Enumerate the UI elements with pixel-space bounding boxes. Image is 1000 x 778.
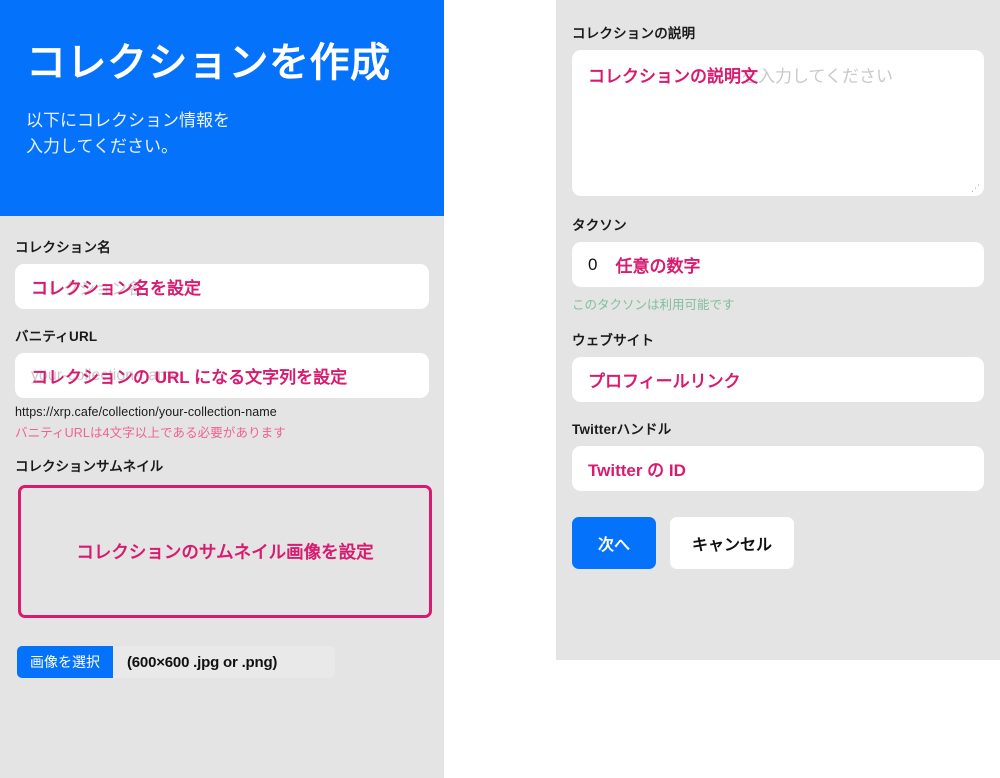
form-actions: 次へ キャンセル bbox=[572, 517, 984, 569]
next-button[interactable]: 次へ bbox=[572, 517, 657, 569]
thumbnail-label: コレクションサムネイル bbox=[15, 459, 164, 474]
website-overlay-label: プロフィールリンク bbox=[588, 372, 741, 391]
vanity-url-error: バニティURLは4文字以上である必要があります bbox=[15, 426, 286, 440]
select-image-button[interactable]: 画像を選択 bbox=[17, 646, 113, 678]
website-label: ウェブサイト bbox=[572, 333, 655, 348]
description-label: コレクションの説明 bbox=[572, 26, 696, 41]
thumbnail-dropzone[interactable]: コレクションのサムネイル画像を設定 bbox=[18, 485, 432, 618]
thumbnail-dropzone-text: コレクションのサムネイル画像を設定 bbox=[76, 542, 374, 562]
image-size-hint: (600×600 .jpg or .png) bbox=[127, 653, 278, 671]
vanity-url-field-group: バニティURL your-collection-name コレクションの URL… bbox=[15, 325, 429, 441]
right-panel: コレクションの説明 コレクションの説明を入力してください コレクションの説明文 … bbox=[556, 0, 1000, 660]
collection-name-field-group: コレクション名 コレクション名 コレクション名を設定 bbox=[15, 236, 429, 309]
description-overlay-label: コレクションの説明文 bbox=[588, 67, 758, 86]
collection-name-overlay-label: コレクション名を設定 bbox=[31, 279, 201, 298]
thumbnail-field-group: コレクションサムネイル コレクションのサムネイル画像を設定 画像を選択 (600… bbox=[15, 455, 432, 678]
taxon-availability-status: このタクソンは利用可能です bbox=[572, 298, 735, 312]
cancel-button[interactable]: キャンセル bbox=[670, 517, 795, 569]
create-collection-screen: コレクションを作成 以下にコレクション情報を入力してください。 コレクション名 … bbox=[0, 0, 1000, 778]
taxon-label: タクソン bbox=[572, 218, 627, 233]
collection-name-label: コレクション名 bbox=[15, 240, 111, 255]
twitter-overlay-label: Twitter の ID bbox=[588, 461, 686, 480]
file-input-row[interactable]: 画像を選択 (600×600 .jpg or .png) bbox=[17, 646, 335, 678]
vanity-url-preview: https://xrp.cafe/collection/your-collect… bbox=[15, 405, 277, 419]
page-title: コレクションを作成 bbox=[26, 41, 391, 85]
collection-name-input[interactable]: コレクション名 コレクション名を設定 bbox=[15, 264, 429, 309]
taxon-field-group: タクソン 0 任意の数字 このタクソンは利用可能です bbox=[572, 214, 984, 313]
taxon-value: 0 bbox=[588, 254, 598, 274]
page-subtitle: 以下にコレクション情報を入力してください。 bbox=[26, 111, 230, 157]
resize-grip-icon[interactable]: ⋰ bbox=[971, 184, 980, 193]
twitter-field-group: Twitterハンドル Twitter の ID bbox=[572, 418, 984, 491]
left-form: コレクション名 コレクション名 コレクション名を設定 バニティURL your-… bbox=[0, 216, 444, 678]
taxon-input[interactable]: 0 任意の数字 bbox=[572, 242, 984, 287]
vanity-url-input[interactable]: your-collection-name コレクションの URL になる文字列を… bbox=[15, 353, 429, 398]
taxon-overlay-label: 任意の数字 bbox=[615, 257, 701, 276]
hero-banner: コレクションを作成 以下にコレクション情報を入力してください。 bbox=[0, 0, 444, 216]
website-field-group: ウェブサイト プロフィールリンク bbox=[572, 329, 984, 402]
twitter-input[interactable]: Twitter の ID bbox=[572, 446, 984, 491]
vanity-url-label: バニティURL bbox=[15, 329, 98, 344]
twitter-label: Twitterハンドル bbox=[572, 422, 672, 437]
website-input[interactable]: プロフィールリンク bbox=[572, 357, 984, 402]
left-panel: コレクションを作成 以下にコレクション情報を入力してください。 コレクション名 … bbox=[0, 0, 444, 778]
vanity-url-overlay-label: コレクションの URL になる文字列を設定 bbox=[31, 368, 348, 387]
description-field-group: コレクションの説明 コレクションの説明を入力してください コレクションの説明文 … bbox=[572, 22, 984, 196]
description-textarea[interactable]: コレクションの説明を入力してください コレクションの説明文 ⋰ bbox=[572, 50, 984, 196]
